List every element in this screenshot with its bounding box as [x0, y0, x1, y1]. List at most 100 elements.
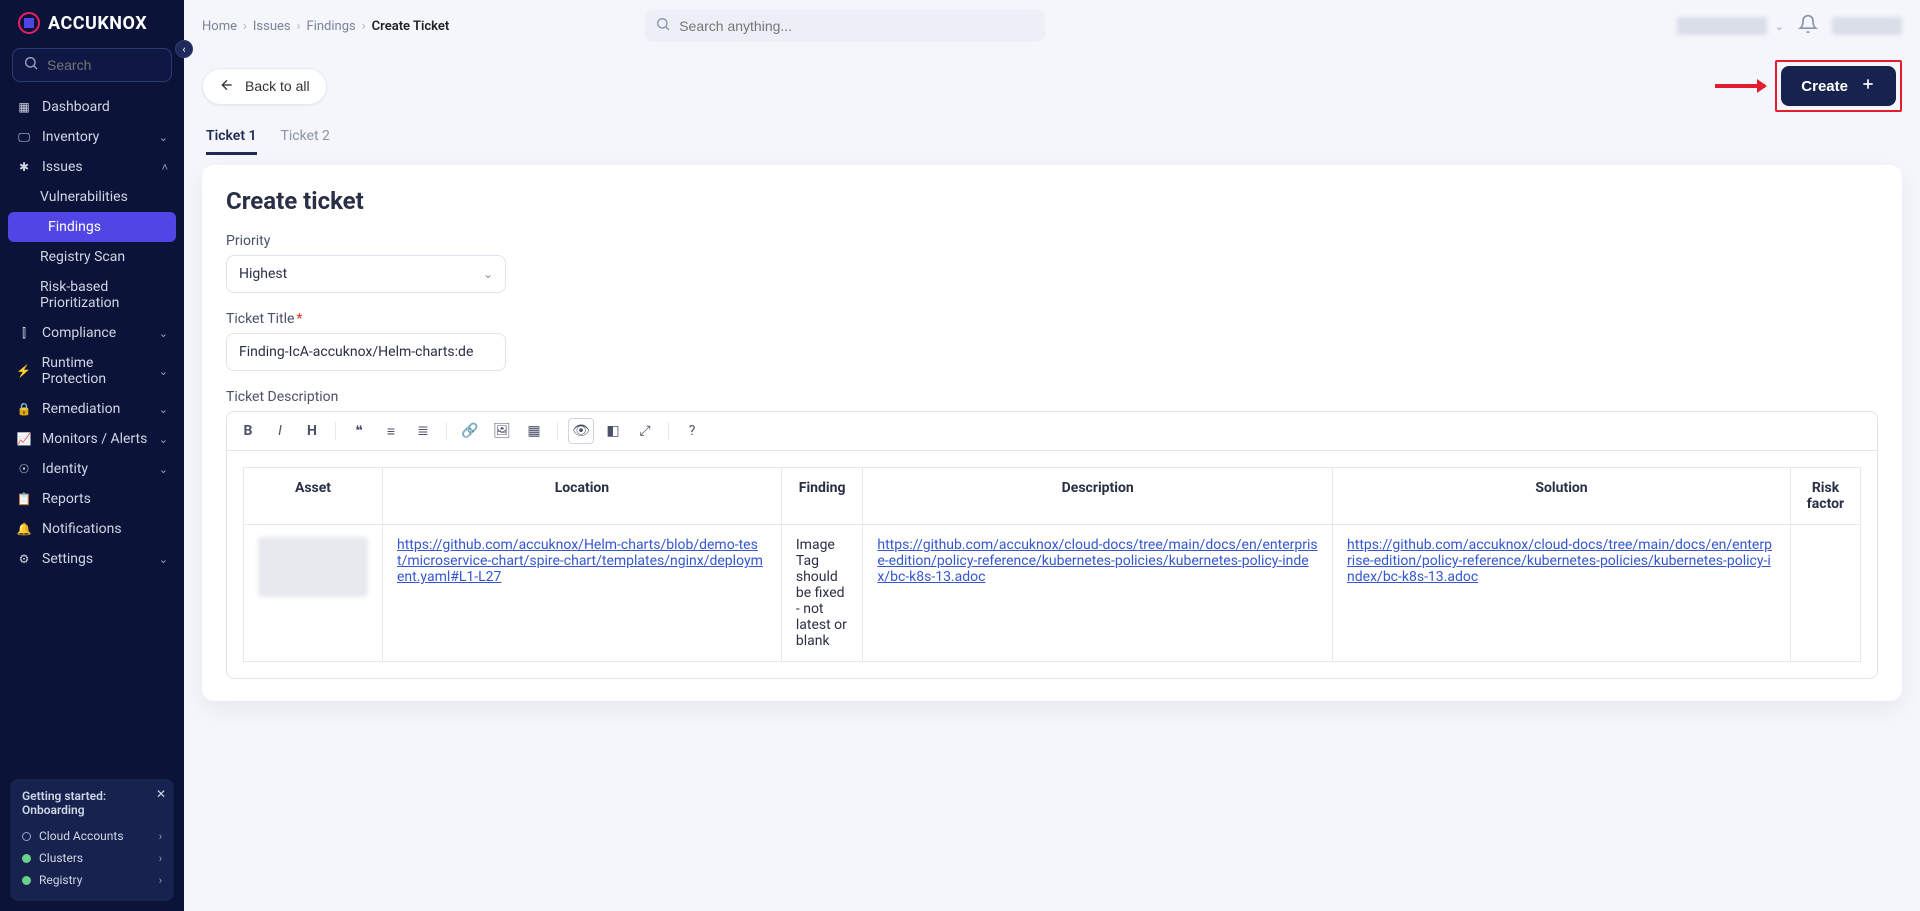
- topbar-right: ⌄: [1677, 14, 1902, 39]
- create-ticket-card: Create ticket Priority Highest ⌄ Ticket …: [202, 165, 1902, 701]
- brand-name: ACCUKNOX: [48, 13, 147, 34]
- th-location: Location: [383, 468, 782, 525]
- search-icon: [23, 55, 39, 75]
- onboarding-step-clusters[interactable]: Clusters ›: [22, 847, 162, 869]
- table-button[interactable]: ▦: [521, 418, 547, 444]
- sidebar-item-risk-prioritization[interactable]: Risk-based Prioritization: [0, 272, 184, 318]
- bold-button[interactable]: B: [235, 418, 261, 444]
- chevron-right-icon: ›: [159, 852, 162, 865]
- sidebar-item-compliance[interactable]: ⫿Compliance ⌄: [0, 318, 184, 348]
- notifications-bell-icon[interactable]: [1798, 14, 1818, 39]
- tab-ticket-2[interactable]: Ticket 2: [281, 120, 330, 155]
- th-solution: Solution: [1333, 468, 1791, 525]
- heading-button[interactable]: H: [299, 418, 325, 444]
- sidebar-item-label: Settings: [42, 551, 93, 567]
- sidebar-item-registry-scan[interactable]: Registry Scan: [0, 242, 184, 272]
- toolbar-separator: [557, 422, 558, 440]
- create-button[interactable]: Create: [1781, 66, 1896, 106]
- ticket-title-value: Finding-IcA-accuknox/Helm-charts:de: [239, 344, 473, 360]
- ticket-description-editor[interactable]: Asset Location Finding Description Solut…: [226, 450, 1878, 679]
- sidebar-item-issues[interactable]: ✱Issues ˄: [0, 152, 184, 182]
- priority-label: Priority: [226, 233, 1878, 249]
- remediation-icon: 🔒: [16, 402, 32, 416]
- onboarding-step-label: Registry: [39, 873, 82, 887]
- sidebar-item-dashboard[interactable]: ▦Dashboard: [0, 92, 184, 122]
- global-search-input[interactable]: [679, 18, 1035, 34]
- dashboard-icon: ▦: [16, 100, 32, 114]
- chevron-right-icon: ›: [243, 19, 247, 34]
- td-risk-factor: [1791, 525, 1861, 662]
- location-link[interactable]: https://github.com/accuknox/Helm-charts/…: [397, 537, 763, 585]
- sidebar-collapse-toggle[interactable]: ‹: [175, 40, 193, 58]
- chevron-right-icon: ›: [362, 19, 366, 34]
- link-button[interactable]: 🔗: [457, 418, 483, 444]
- chevron-down-icon: ⌄: [159, 463, 168, 476]
- sidebar-item-identity[interactable]: ☉Identity ⌄: [0, 454, 184, 484]
- onboarding-close-button[interactable]: ✕: [156, 787, 166, 801]
- back-to-all-button[interactable]: Back to all: [202, 68, 327, 105]
- quote-button[interactable]: ❝: [346, 418, 372, 444]
- sidebar-item-notifications[interactable]: 🔔Notifications: [0, 514, 184, 544]
- ticket-description-label: Ticket Description: [226, 389, 1878, 405]
- chevron-down-icon: ⌄: [1775, 20, 1784, 33]
- ticket-title-label: Ticket Title*: [226, 311, 1878, 327]
- editor-toolbar: B I H ❝ ≡ ≣ 🔗 🖼 ▦ 👁 ◧ ⤢ ?: [226, 411, 1878, 450]
- sidebar-item-inventory[interactable]: 🖵Inventory ⌄: [0, 122, 184, 152]
- onboarding-step-label: Clusters: [39, 851, 83, 865]
- breadcrumb-item-issues[interactable]: Issues: [253, 19, 291, 34]
- onboarding-step-registry[interactable]: Registry ›: [22, 869, 162, 891]
- breadcrumb: Home › Issues › Findings › Create Ticket: [202, 19, 449, 34]
- td-location: https://github.com/accuknox/Helm-charts/…: [383, 525, 782, 662]
- split-view-button[interactable]: ◧: [600, 418, 626, 444]
- sidebar-item-findings[interactable]: Findings: [8, 212, 176, 242]
- annotation-arrow-icon: [1715, 84, 1765, 88]
- finding-table: Asset Location Finding Description Solut…: [243, 467, 1861, 662]
- fullscreen-button[interactable]: ⤢: [632, 418, 658, 444]
- reports-icon: 📋: [16, 492, 32, 506]
- image-button[interactable]: 🖼: [489, 418, 515, 444]
- chevron-up-icon: ˄: [162, 161, 168, 174]
- td-finding: Image Tag should be fixed - not latest o…: [781, 525, 862, 662]
- sidebar-item-label: Reports: [42, 491, 91, 507]
- priority-select[interactable]: Highest ⌄: [226, 255, 506, 293]
- brand: ACCUKNOX: [0, 0, 184, 40]
- chevron-down-icon: ⌄: [483, 267, 493, 281]
- sidebar-search[interactable]: [12, 48, 172, 82]
- chevron-right-icon: ›: [159, 830, 162, 843]
- ordered-list-button[interactable]: ≣: [410, 418, 436, 444]
- main: Home › Issues › Findings › Create Ticket…: [184, 0, 1920, 911]
- global-search[interactable]: [645, 10, 1045, 42]
- unordered-list-button[interactable]: ≡: [378, 418, 404, 444]
- breadcrumb-item-home[interactable]: Home: [202, 19, 237, 34]
- breadcrumb-item-findings[interactable]: Findings: [307, 19, 356, 34]
- sidebar-item-label: Monitors / Alerts: [42, 431, 147, 447]
- sidebar-item-monitors-alerts[interactable]: 📈Monitors / Alerts ⌄: [0, 424, 184, 454]
- sidebar-item-remediation[interactable]: 🔒Remediation ⌄: [0, 394, 184, 424]
- toolbar-separator: [335, 422, 336, 440]
- table-row: https://github.com/accuknox/Helm-charts/…: [244, 525, 1861, 662]
- step-done-icon: [22, 854, 31, 863]
- onboarding-step-cloud-accounts[interactable]: Cloud Accounts ›: [22, 825, 162, 847]
- user-name-redacted[interactable]: [1832, 17, 1902, 35]
- tab-ticket-1[interactable]: Ticket 1: [206, 120, 257, 155]
- inventory-icon: 🖵: [16, 130, 32, 145]
- chevron-down-icon: ⌄: [159, 553, 168, 566]
- ticket-tabs: Ticket 1 Ticket 2: [202, 120, 1902, 155]
- ticket-title-input[interactable]: Finding-IcA-accuknox/Helm-charts:de: [226, 333, 506, 371]
- preview-toggle-button[interactable]: 👁: [568, 418, 594, 444]
- italic-button[interactable]: I: [267, 418, 293, 444]
- chevron-down-icon: ⌄: [159, 131, 168, 144]
- priority-value: Highest: [239, 266, 287, 282]
- tenant-selector[interactable]: ⌄: [1677, 17, 1784, 35]
- sidebar-item-runtime-protection[interactable]: ⚡Runtime Protection ⌄: [0, 348, 184, 394]
- description-link[interactable]: https://github.com/accuknox/cloud-docs/t…: [877, 537, 1317, 585]
- table-header-row: Asset Location Finding Description Solut…: [244, 468, 1861, 525]
- topbar: Home › Issues › Findings › Create Ticket…: [184, 0, 1920, 52]
- help-button[interactable]: ?: [679, 418, 705, 444]
- sidebar-search-input[interactable]: [47, 57, 228, 73]
- sidebar-item-vulnerabilities[interactable]: Vulnerabilities: [0, 182, 184, 212]
- td-solution: https://github.com/accuknox/cloud-docs/t…: [1333, 525, 1791, 662]
- solution-link[interactable]: https://github.com/accuknox/cloud-docs/t…: [1347, 537, 1772, 585]
- sidebar-item-reports[interactable]: 📋 Reports: [0, 484, 184, 514]
- sidebar-item-settings[interactable]: ⚙Settings ⌄: [0, 544, 184, 574]
